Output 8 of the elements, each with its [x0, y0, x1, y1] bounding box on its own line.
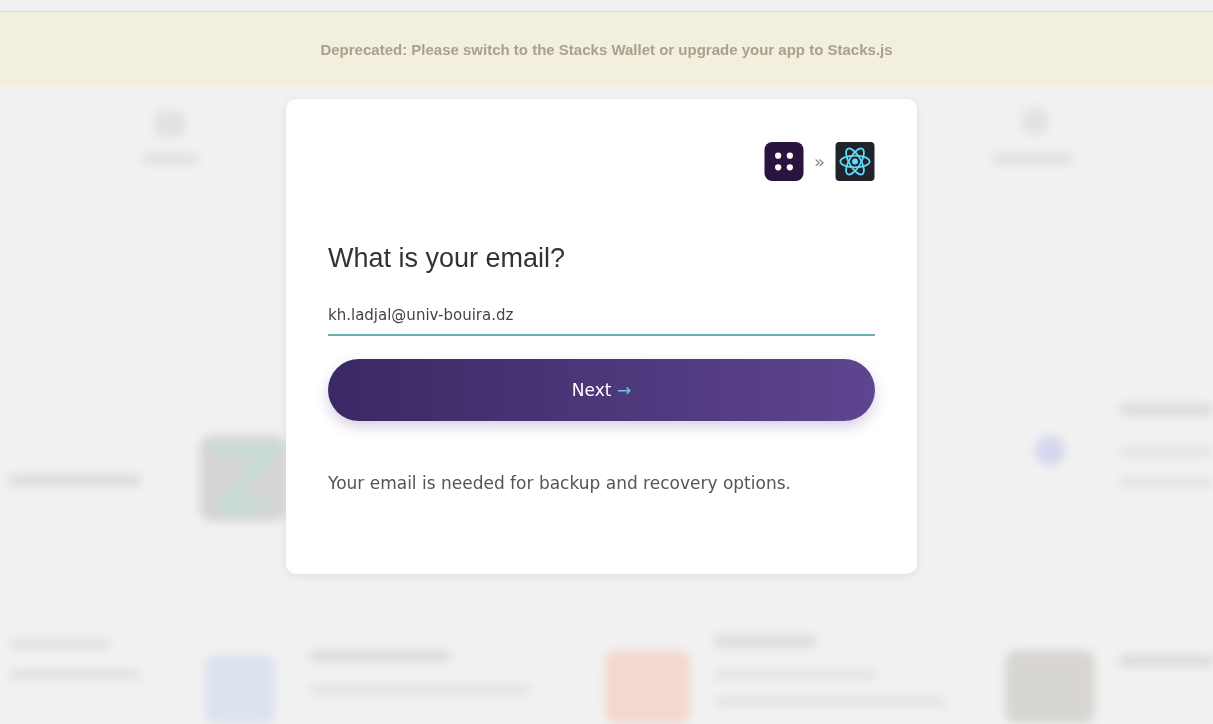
next-button[interactable]: Next → [328, 359, 875, 421]
dots-app-icon [764, 142, 804, 181]
email-field[interactable]: kh.ladjal@univ-bouira.dz [328, 306, 875, 336]
atom-icon [835, 142, 875, 181]
dialog-title: What is your email? [328, 243, 567, 274]
deprecation-message: Deprecated: Please switch to the Stacks Wallet or upgrade your app to Stacks.js [320, 40, 893, 58]
chevron-separator: » [814, 151, 825, 172]
email-note: Your email is needed for backup and recovery options. [328, 473, 792, 493]
